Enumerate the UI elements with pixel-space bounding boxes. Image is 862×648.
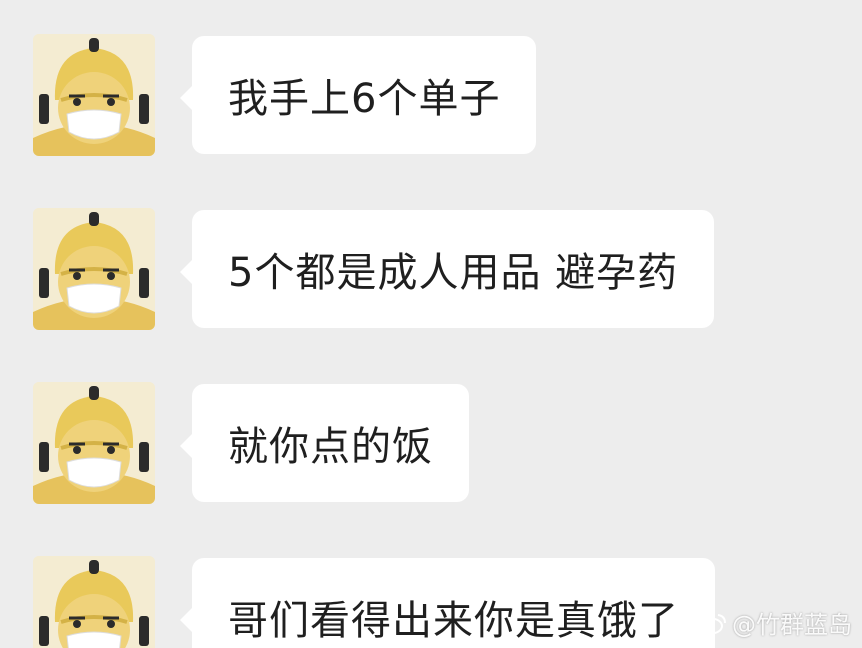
message-bubble[interactable]: 哥们看得出来你是真饿了 [180, 558, 715, 648]
masked-courier-avatar-icon[interactable] [33, 382, 155, 504]
masked-courier-avatar-icon[interactable] [33, 34, 155, 156]
masked-courier-avatar-icon[interactable] [33, 208, 155, 330]
watermark-handle: @竹群蓝岛 [732, 611, 852, 639]
weibo-icon [698, 611, 728, 635]
message-bubble[interactable]: 就你点的饭 [180, 384, 469, 502]
message-row: 我手上6个单子 [0, 34, 862, 158]
message-bubble[interactable]: 5个都是成人用品 避孕药 [179, 210, 715, 328]
message-row: 就你点的饭 [0, 382, 862, 506]
masked-courier-avatar-icon[interactable] [33, 556, 155, 648]
message-bubble[interactable]: 我手上6个单子 [179, 36, 537, 154]
message-row: 5个都是成人用品 避孕药 [0, 208, 862, 332]
chat-window: 我手上6个单子 5个都是成人用品 避孕药 就你点的饭 哥们看得出来你是真饿了 @… [0, 0, 862, 648]
watermark: @竹群蓝岛 [698, 605, 852, 640]
